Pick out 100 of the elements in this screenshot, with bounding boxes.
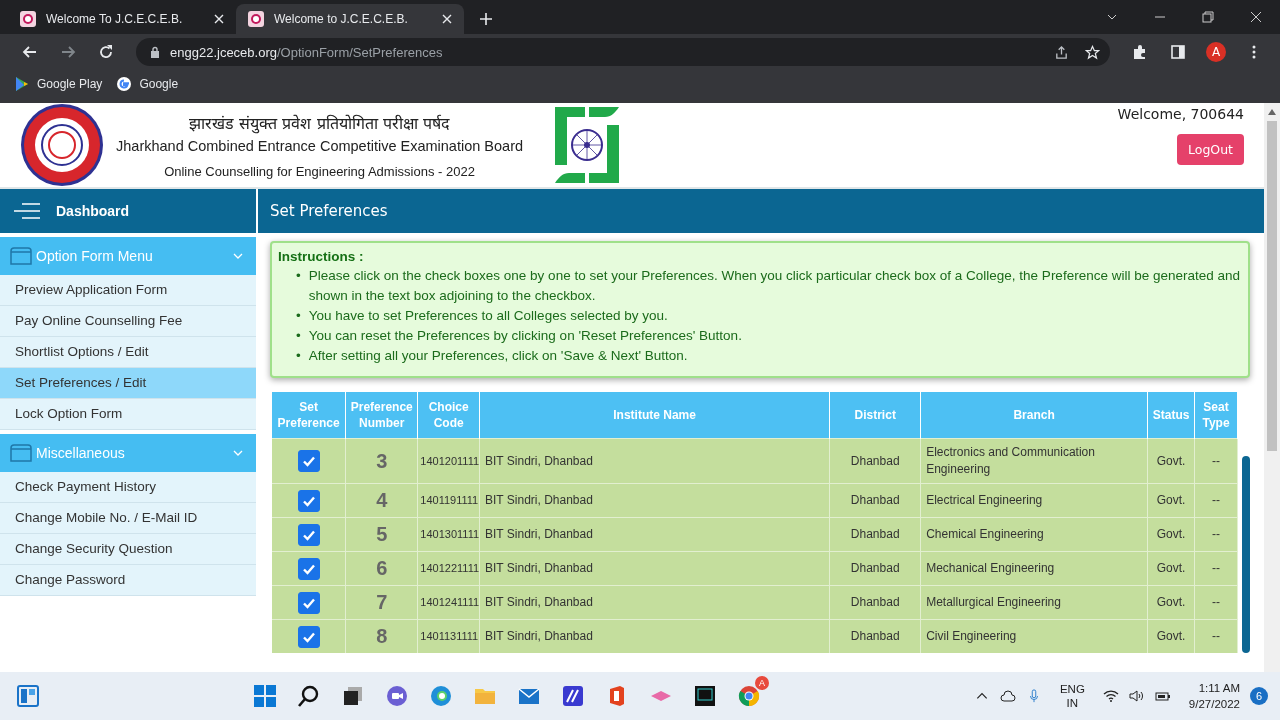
dashboard-bar[interactable]: Dashboard [0,189,256,233]
checkbox[interactable] [297,523,320,546]
table-cell: -- [1194,585,1238,620]
checkbox[interactable] [297,557,320,580]
dashboard-label: Dashboard [56,203,130,219]
table-cell: Mechanical Engineering [920,551,1148,586]
page-scrollbar[interactable] [1264,103,1280,672]
welcome-text: Welcome, 700644 [1117,106,1244,122]
table-cell: Civil Engineering [920,619,1148,653]
widgets-icon[interactable] [16,684,40,708]
scrollbar[interactable] [1242,456,1250,653]
folder-icon [10,444,32,462]
table-cell: Chemical Engineering [920,517,1148,552]
table-cell: 1401191111 [417,483,480,518]
bookmark[interactable]: Google Play [14,75,103,92]
table-cell: Govt. [1147,517,1195,552]
table-cell: Dhanbad [829,585,921,620]
preference-number: 7 [345,585,418,620]
speaker-icon[interactable] [1128,689,1145,703]
language-indicator[interactable]: ENG IN [1059,682,1085,710]
preference-number: 8 [345,619,418,653]
play-store-icon [14,75,30,92]
share-icon[interactable] [1054,44,1069,60]
checkbox[interactable] [297,450,320,472]
instruction-text: You have to set Preferences to all Colleges selected by you. [308,307,669,325]
sidebar-item[interactable]: Change Mobile No. / E-Mail ID [0,503,256,534]
table-cell: -- [1194,551,1238,586]
wifi-icon[interactable] [1102,689,1119,703]
column-header: Status [1147,392,1195,439]
table-cell: -- [1194,517,1238,552]
table-cell: Govt. [1147,585,1195,620]
cloud-icon[interactable] [999,689,1016,703]
table-cell: 1401241111 [417,585,480,620]
notification-count[interactable]: 6 [1250,687,1268,705]
restore-icon[interactable] [1202,11,1214,23]
clock[interactable]: 1:11 AM 9/27/2022 [1188,680,1240,712]
lock-icon[interactable] [150,46,160,58]
table-cell: Dhanbad [829,517,921,552]
table-cell: Electronics and Communication Engineering [920,438,1148,484]
table-cell: Dhanbad [829,483,921,518]
sidebar-item[interactable]: Pay Online Counselling Fee [0,306,256,337]
page-title-bar: Set Preferences [258,189,1264,233]
sidebar-item[interactable]: Lock Option Form [0,399,256,430]
table-cell: BIT Sindri, Dhanbad [479,438,830,484]
close-icon[interactable] [214,14,224,24]
close-icon[interactable] [442,14,452,24]
sidebar-item[interactable]: Check Payment History [0,472,256,503]
column-header: Preference Number [345,392,418,439]
browser-tab[interactable]: Welcome To J.C.E.C.E.B. [8,4,236,34]
instructions-heading: Instructions : [278,249,365,264]
search-icon[interactable] [296,684,321,708]
column-header: District [829,392,921,439]
table-cell: Dhanbad [829,551,921,586]
bullet: • [296,327,301,345]
table-cell: Govt. [1147,438,1195,484]
table-cell: 1401301111 [417,517,480,552]
notification-badge: A [754,676,769,690]
logout-button[interactable]: LogOut [1177,134,1244,165]
preference-number: 3 [345,438,418,484]
instruction-text: After setting all your Preferences, click on 'Save & Next' Button. [308,347,689,365]
new-tab-icon[interactable] [480,13,492,25]
start-icon[interactable] [252,684,277,708]
sidebar-item[interactable]: Change Password [0,565,256,596]
board-title: Jharkhand Combined Entrance Competitive Examination Board [116,137,524,154]
address-bar[interactable]: engg22.jceceb.org/OptionForm/SetPreferences [136,38,1110,66]
table-cell: -- [1194,438,1238,484]
bullet: • [296,267,301,285]
preference-number: 6 [345,551,418,586]
board-title-hindi: झारखंड संयुक्त प्रवेश प्रतियोगिता परीक्षा पर्षद [189,112,450,134]
bookmark[interactable]: Google [116,75,179,92]
battery-icon[interactable] [1154,689,1171,703]
checkbox[interactable] [297,625,320,648]
portal-subtitle: Online Counselling for Engineering Admissions - 2022 [164,163,475,179]
table-cell: Dhanbad [829,619,921,653]
bullet: • [296,347,301,365]
sidebar-item[interactable]: Preview Application Form [0,275,256,306]
browser-tab[interactable]: Welcome to J.C.E.C.E.B. [236,4,464,34]
column-header: Choice Code [417,392,480,439]
chat-icon[interactable] [384,684,409,708]
sidebar-item[interactable]: Shortlist Options / Edit [0,337,256,368]
table-cell: Dhanbad [829,438,921,484]
checkbox[interactable] [297,489,320,512]
table-cell: Govt. [1147,551,1195,586]
table-cell: -- [1194,619,1238,653]
menu-icon[interactable] [14,203,40,219]
close-icon[interactable] [1250,11,1262,23]
star-icon[interactable] [1085,44,1100,60]
table-cell: 1401131111 [417,619,480,653]
sidebar-item[interactable]: Change Security Question [0,534,256,565]
profile-avatar[interactable]: A [1206,42,1226,62]
table-cell: 1401221111 [417,551,480,586]
column-header: Branch [920,392,1148,439]
table-cell: Govt. [1147,619,1195,653]
sidebar-item[interactable]: Set Preferences / Edit [0,368,256,399]
scroll-up-icon[interactable] [1268,109,1276,115]
column-header: Institute Name [479,392,830,439]
menu-section-title: Option Form Menu [36,248,153,264]
checkbox[interactable] [297,591,320,614]
instruction-text: You can reset the Preferences by clicking on 'Reset Preferences' Button. [308,327,743,345]
folder-icon [10,247,32,265]
